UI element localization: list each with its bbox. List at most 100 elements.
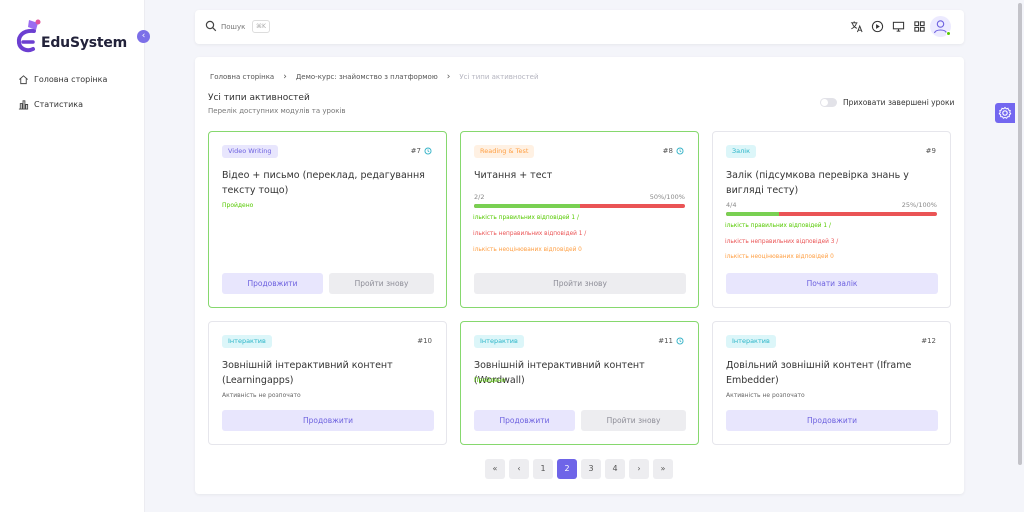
grid-icon[interactable] xyxy=(913,20,926,33)
history-icon xyxy=(676,337,684,345)
activity-status: Активність не розпочато xyxy=(726,392,805,399)
activity-status: Активність не розпочато xyxy=(222,392,301,399)
progress-percent: 25%/100% xyxy=(901,201,937,209)
main-content: Головна сторінка › Демо-курс: знайомство… xyxy=(195,57,964,494)
progress-bar xyxy=(726,212,937,216)
retry-button[interactable]: Пройти знову xyxy=(329,273,434,294)
page-button[interactable]: 4 xyxy=(605,459,625,479)
activity-number: #9 xyxy=(925,147,936,155)
activity-title: Довільний зовнішній контент (Iframe Embe… xyxy=(726,360,912,386)
activity-number: #8 xyxy=(663,147,684,155)
page-title: Усі типи активностей xyxy=(208,93,310,103)
progress-fill xyxy=(474,204,580,208)
activity-type-badge: Reading & Test xyxy=(474,145,535,158)
page-button[interactable]: 3 xyxy=(581,459,601,479)
chevron-right-icon: › xyxy=(446,72,451,82)
retry-button[interactable]: Пройти знову xyxy=(581,410,686,431)
activity-card: Video Writing #7 Відео + письмо (перекла… xyxy=(208,131,447,308)
chevron-left-icon: ‹ xyxy=(141,31,146,41)
activity-card: Інтерактив #10 Зовнішній інтерактивний к… xyxy=(208,321,447,445)
sidebar-collapse-button[interactable]: ‹ xyxy=(137,30,150,43)
online-status-dot xyxy=(946,31,951,36)
activity-type-badge: Video Writing xyxy=(222,145,278,158)
monitor-icon[interactable] xyxy=(892,20,905,33)
activity-title: Зовнішній інтерактивний контент (Wordwal… xyxy=(474,360,645,386)
sidebar-item-label: Статистика xyxy=(34,99,83,109)
sidebar-item-statistics[interactable]: Статистика xyxy=(18,96,83,112)
prev-page-button[interactable]: ‹ xyxy=(509,459,529,479)
chevron-right-icon: › xyxy=(283,72,287,82)
first-page-button[interactable]: « xyxy=(485,459,505,479)
activity-title: Зовнішній інтерактивний контент (Learnin… xyxy=(222,360,393,386)
scrollbar-thumb[interactable] xyxy=(1018,3,1022,465)
play-icon[interactable] xyxy=(871,20,884,33)
progress-count: 4/4 xyxy=(726,201,737,209)
correct-answers-stat: ількість правильних відповідей 1 / xyxy=(473,215,579,221)
start-test-button[interactable]: Почати залік xyxy=(726,273,938,294)
activity-card: Reading & Test #8 Читання + тест 2/2 50%… xyxy=(460,131,699,308)
home-icon xyxy=(19,74,28,84)
page-subtitle: Перелік доступних модулів та уроків xyxy=(208,107,346,115)
breadcrumb-course[interactable]: Демо-курс: знайомство з платформою xyxy=(296,73,438,81)
last-page-button[interactable]: » xyxy=(653,459,673,479)
activity-number: #12 xyxy=(921,337,936,345)
breadcrumb: Головна сторінка › Демо-курс: знайомство… xyxy=(210,72,539,82)
hide-completed-label[interactable]: Приховати завершені уроки xyxy=(843,98,954,107)
incorrect-answers-stat: ількість неправильних відповідей 3 / xyxy=(725,239,839,245)
activity-card: Інтерактив #11 Зовнішній інтерактивний к… xyxy=(460,321,699,445)
next-page-button[interactable]: › xyxy=(629,459,649,479)
activity-number: #10 xyxy=(417,337,432,345)
history-icon xyxy=(676,147,684,155)
retry-button[interactable]: Пройти знову xyxy=(474,273,686,294)
activity-number: #7 xyxy=(411,147,432,155)
search-shortcut: ⌘K xyxy=(252,20,270,33)
search-icon[interactable] xyxy=(205,20,217,32)
activity-title: Залік (підсумкова перевірка знань у вигл… xyxy=(726,170,909,196)
ungraded-answers-stat: ількість неоцінюваних відповідей 0 xyxy=(473,247,582,253)
activity-number-text: #11 xyxy=(658,337,673,345)
progress-bar xyxy=(474,204,685,208)
correct-answers-stat: ількість правильних відповідей 1 / xyxy=(725,223,831,229)
activity-type-badge: Інтерактив xyxy=(474,335,524,348)
sidebar: EduSystem Головна сторінка Статистика xyxy=(0,0,145,512)
page-button-current[interactable]: 2 xyxy=(557,459,577,479)
progress-count: 2/2 xyxy=(474,193,485,201)
breadcrumb-current: Усі типи активностей xyxy=(459,73,539,81)
translate-icon[interactable] xyxy=(850,20,863,33)
continue-button[interactable]: Продовжити xyxy=(474,410,575,431)
activity-number: #11 xyxy=(658,337,684,345)
activity-title: Читання + тест xyxy=(474,170,553,181)
activity-type-badge: Інтерактив xyxy=(726,335,776,348)
activity-number-text: #8 xyxy=(662,147,673,155)
activity-number-text: #7 xyxy=(410,147,421,155)
hide-completed-toggle[interactable] xyxy=(820,98,837,107)
activity-type-badge: Залік xyxy=(726,145,757,158)
scrollbar[interactable] xyxy=(1016,0,1024,512)
incorrect-answers-stat: ількість неправильних відповідей 1 / xyxy=(473,231,587,237)
page-button[interactable]: 1 xyxy=(533,459,553,479)
continue-button[interactable]: Продовжити xyxy=(222,410,434,431)
activity-card: Інтерактив #12 Довільний зовнішній конте… xyxy=(712,321,951,445)
topbar: ⌘K xyxy=(195,10,964,44)
logo-icon xyxy=(16,19,41,53)
progress-info: 2/2 50%/100% xyxy=(474,193,685,201)
customizer-button[interactable] xyxy=(995,103,1015,123)
pagination: « ‹ 1 2 3 4 › » xyxy=(485,459,677,479)
logo[interactable]: EduSystem xyxy=(16,18,136,58)
continue-button[interactable]: Продовжити xyxy=(726,410,938,431)
progress-info: 4/4 25%/100% xyxy=(726,201,937,209)
progress-percent: 50%/100% xyxy=(649,193,685,201)
activity-status: Пройдено xyxy=(222,202,254,209)
history-icon xyxy=(424,147,432,155)
continue-button[interactable]: Продовжити xyxy=(222,273,323,294)
activity-title: Відео + письмо (переклад, редагування те… xyxy=(222,170,425,196)
toggle-knob xyxy=(821,99,828,106)
activity-type-badge: Інтерактив xyxy=(222,335,272,348)
sidebar-item-home[interactable]: Головна сторінка xyxy=(18,71,107,87)
sidebar-item-label: Головна сторінка xyxy=(34,74,108,84)
ungraded-answers-stat: ількість неоцінюваних відповідей 0 xyxy=(725,254,834,260)
breadcrumb-home[interactable]: Головна сторінка xyxy=(210,73,274,81)
activity-card: Залік #9 Залік (підсумкова перевірка зна… xyxy=(712,131,951,308)
activity-status: Пройдено xyxy=(474,377,506,384)
gear-icon xyxy=(998,106,1012,119)
